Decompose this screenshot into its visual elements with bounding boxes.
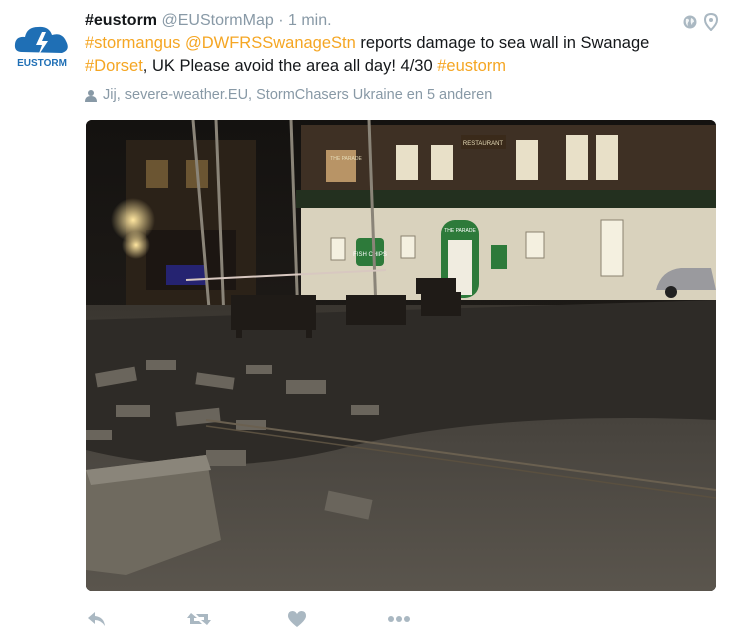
like-button[interactable] <box>286 606 386 632</box>
tweet-photo[interactable]: RESTAURANT THE PARADE THE PARADE FISH CH… <box>86 120 716 591</box>
timestamp[interactable]: 1 min. <box>288 12 332 29</box>
storm-damage-photo: RESTAURANT THE PARADE THE PARADE FISH CH… <box>86 120 716 591</box>
retweet-context[interactable]: Jij, severe-weather.EU, StormChasers Ukr… <box>85 84 492 106</box>
door-sign: THE PARADE <box>444 228 476 234</box>
tweet-meta-icons <box>682 12 718 32</box>
reply-button[interactable] <box>86 606 186 632</box>
hashtag-link[interactable]: #Dorset <box>85 57 143 75</box>
reply-icon <box>86 610 108 628</box>
mention-link[interactable]: @DWFRSSwanageStn <box>185 34 356 52</box>
retweet-button[interactable] <box>186 606 286 632</box>
text-fragment: , UK Please avoid the area all day! 4/30 <box>142 57 438 75</box>
globe-icon <box>682 14 698 30</box>
hashtag-link[interactable]: #stormangus <box>85 34 180 52</box>
context-text: Jij, severe-weather.EU, StormChasers Ukr… <box>103 87 493 103</box>
avatar[interactable]: EUSTORM <box>12 18 72 70</box>
more-button[interactable] <box>386 606 486 632</box>
heart-icon <box>286 610 308 628</box>
building-sign: THE PARADE <box>330 156 362 162</box>
tweet-text: #stormangus @DWFRSSwanageStn reports dam… <box>85 32 715 78</box>
separator-dot: · <box>278 12 284 29</box>
more-dots-icon <box>386 610 412 628</box>
tweet-actions <box>86 606 486 632</box>
location-pin-icon <box>704 13 718 31</box>
user-handle[interactable]: @EUStormMap <box>161 12 273 29</box>
text-fragment: reports damage to sea wall in Swanage <box>355 34 650 52</box>
fish-chips-sign: FISH CHIPS <box>353 252 387 258</box>
logo-text: EUSTORM <box>17 58 67 69</box>
person-icon <box>85 89 97 102</box>
restaurant-sign: RESTAURANT <box>463 141 504 147</box>
hashtag-link[interactable]: #eustorm <box>437 57 506 75</box>
tweet-header: #eustorm @EUStormMap · 1 min. <box>85 10 725 32</box>
retweet-icon <box>186 610 212 628</box>
cloud-lightning-logo-icon: EUSTORM <box>14 26 68 69</box>
display-name[interactable]: #eustorm <box>85 12 157 29</box>
